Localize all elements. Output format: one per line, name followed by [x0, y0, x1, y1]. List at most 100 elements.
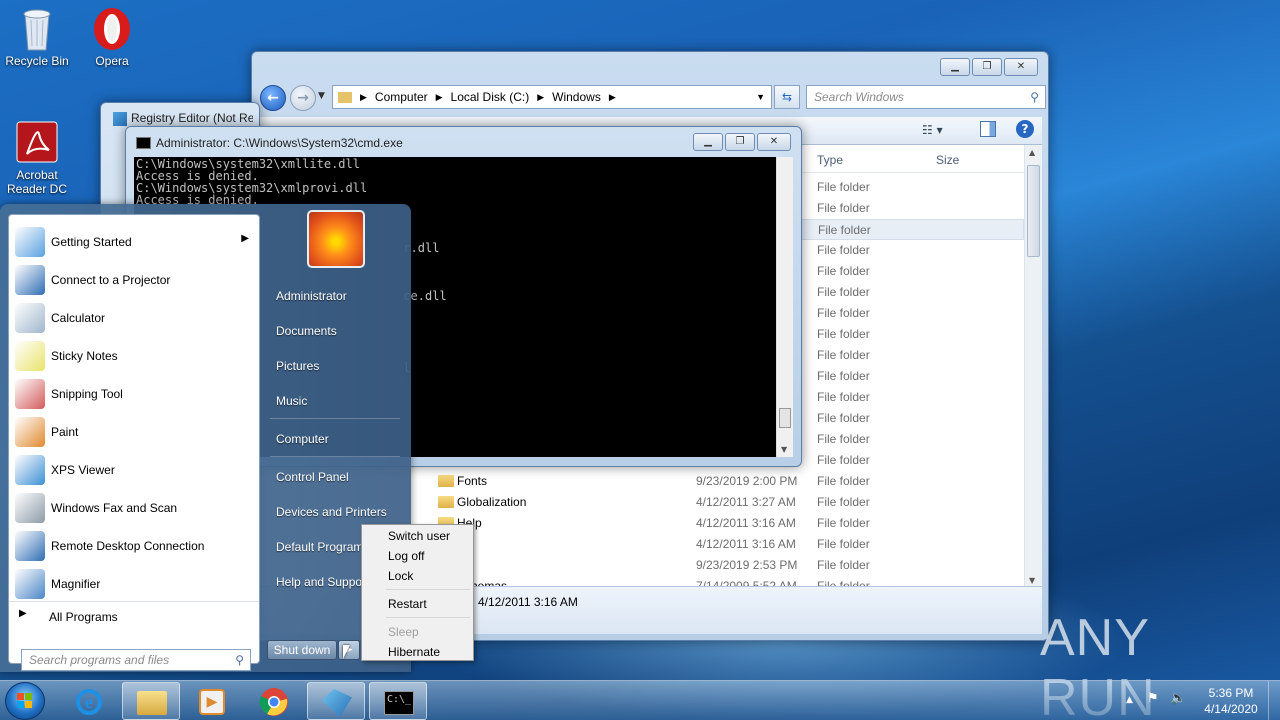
- preview-pane-icon[interactable]: [980, 121, 996, 137]
- address-dropdown-icon[interactable]: ▼: [756, 92, 765, 102]
- row-type: File folder: [817, 516, 870, 530]
- start-program-item[interactable]: Sticky Notes: [9, 337, 259, 375]
- start-program-item[interactable]: Windows Fax and Scan: [9, 489, 259, 527]
- menu-separator: [270, 418, 400, 419]
- desktop-icon-recycle-bin[interactable]: Recycle Bin: [0, 6, 74, 68]
- close-button[interactable]: ✕: [757, 133, 791, 151]
- row-type: File folder: [817, 432, 870, 446]
- show-desktop-button[interactable]: [1268, 681, 1280, 720]
- row-type: File folder: [817, 495, 870, 509]
- menu-item-log-off[interactable]: Log off: [388, 549, 424, 563]
- network-icon[interactable]: ⚑: [1147, 691, 1159, 706]
- row-type: File folder: [817, 180, 870, 194]
- refresh-button[interactable]: ⇆: [774, 85, 800, 109]
- minimize-button[interactable]: ▁: [940, 58, 970, 76]
- all-programs-button[interactable]: ▶ All Programs: [9, 601, 259, 629]
- menu-separator: [270, 456, 400, 457]
- chevron-right-icon: ▶: [435, 91, 443, 102]
- start-link-documents[interactable]: Documents: [276, 324, 337, 338]
- recent-pages-icon[interactable]: ▼: [318, 91, 325, 101]
- desktop-icon-opera[interactable]: Opera: [75, 6, 149, 68]
- breadcrumb-windows[interactable]: Windows: [552, 90, 601, 104]
- row-type: File folder: [817, 474, 870, 488]
- start-link-music[interactable]: Music: [276, 394, 307, 408]
- start-link-computer[interactable]: Computer: [276, 432, 329, 446]
- start-program-item[interactable]: XPS Viewer: [9, 451, 259, 489]
- paint-icon: [15, 417, 45, 447]
- start-program-item[interactable]: Paint: [9, 413, 259, 451]
- taskbar-cmd[interactable]: C:\_: [369, 682, 427, 720]
- start-link-help-and-support[interactable]: Help and Support: [276, 575, 369, 589]
- back-button[interactable]: ←: [260, 85, 286, 111]
- projector-icon: [15, 265, 45, 295]
- desktop-icon-acrobat[interactable]: Acrobat Reader DC: [0, 120, 74, 196]
- row-type: File folder: [817, 453, 870, 467]
- explorer-caption-buttons: ▁ ❐ ✕: [940, 58, 1038, 76]
- mouse-cursor: [343, 645, 350, 659]
- console-scrollbar[interactable]: ▼: [776, 157, 793, 457]
- vertical-scrollbar[interactable]: ▲ ▼: [1024, 145, 1042, 588]
- start-program-item[interactable]: Remote Desktop Connection: [9, 527, 259, 565]
- explorer-navbar: ← → ▼ ▶ Computer ▶ Local Disk (C:) ▶ Win…: [258, 82, 1046, 111]
- chevron-right-icon: ▶: [608, 91, 616, 102]
- folder-icon: [338, 91, 352, 103]
- menu-item-lock[interactable]: Lock: [388, 569, 413, 583]
- row-type: File folder: [817, 243, 870, 257]
- start-search-input[interactable]: Search programs and files ⚲: [21, 649, 251, 671]
- breadcrumb-computer[interactable]: Computer: [375, 90, 428, 104]
- minimize-button[interactable]: ▁: [693, 133, 723, 151]
- row-name: Fonts: [457, 474, 488, 488]
- start-program-item[interactable]: Calculator: [9, 299, 259, 337]
- column-size[interactable]: Size: [936, 153, 959, 167]
- start-program-item[interactable]: Getting Started ▶: [9, 223, 259, 261]
- chevron-right-icon: ▶: [537, 91, 545, 102]
- row-name: Globalization: [457, 495, 527, 509]
- start-button[interactable]: [5, 682, 45, 720]
- address-bar[interactable]: ▶ Computer ▶ Local Disk (C:) ▶ Windows ▶…: [332, 85, 772, 109]
- menu-item-switch-user[interactable]: Switch user: [388, 529, 450, 543]
- start-program-item[interactable]: Snipping Tool: [9, 375, 259, 413]
- scroll-thumb[interactable]: [1027, 165, 1040, 257]
- close-button[interactable]: ✕: [1004, 58, 1038, 76]
- show-hidden-icons[interactable]: ▲: [1126, 695, 1133, 705]
- regedit-icon: [322, 689, 352, 717]
- row-type: File folder: [817, 558, 870, 572]
- taskbar-explorer[interactable]: [122, 682, 180, 720]
- breadcrumb-local-disk[interactable]: Local Disk (C:): [451, 90, 530, 104]
- menu-item-hibernate[interactable]: Hibernate: [388, 645, 440, 659]
- taskbar-media-player[interactable]: ▶: [183, 682, 241, 720]
- taskbar-chrome[interactable]: [245, 682, 303, 720]
- start-link-default-programs[interactable]: Default Programs: [276, 540, 369, 554]
- calculator-icon: [15, 303, 45, 333]
- start-link-administrator[interactable]: Administrator: [276, 289, 347, 303]
- taskbar: e ▶ C:\_ ▲ ⚑ 🔈 5:36 PM 4/14/2020: [0, 680, 1280, 720]
- menu-item-restart[interactable]: Restart: [388, 597, 427, 611]
- clock[interactable]: 5:36 PM 4/14/2020: [1196, 685, 1266, 717]
- forward-button[interactable]: →: [290, 85, 316, 111]
- search-input[interactable]: Search Windows ⚲: [806, 85, 1046, 109]
- start-link-pictures[interactable]: Pictures: [276, 359, 319, 373]
- start-program-item[interactable]: Magnifier: [9, 565, 259, 603]
- column-type[interactable]: Type: [817, 153, 843, 167]
- scroll-down-icon[interactable]: ▼: [1029, 576, 1035, 585]
- recycle-bin-icon: [15, 6, 59, 52]
- row-type: File folder: [817, 201, 870, 215]
- folder-icon: [137, 691, 167, 715]
- maximize-button[interactable]: ❐: [725, 133, 755, 151]
- user-picture[interactable]: [307, 210, 365, 268]
- view-options-icon[interactable]: ☷ ▾: [922, 123, 943, 137]
- maximize-button[interactable]: ❐: [972, 58, 1002, 76]
- taskbar-ie[interactable]: e: [60, 682, 118, 720]
- scroll-thumb[interactable]: [779, 408, 791, 428]
- start-link-control-panel[interactable]: Control Panel: [276, 470, 349, 484]
- shut-down-button[interactable]: Shut down: [267, 640, 337, 660]
- taskbar-regedit[interactable]: [307, 682, 365, 720]
- scroll-up-icon[interactable]: ▲: [1029, 148, 1035, 157]
- volume-icon[interactable]: 🔈: [1170, 691, 1186, 706]
- help-icon[interactable]: ?: [1016, 120, 1034, 138]
- start-program-item[interactable]: Connect to a Projector: [9, 261, 259, 299]
- search-icon: ⚲: [1030, 90, 1039, 104]
- triangle-right-icon: ▶: [19, 608, 27, 619]
- start-link-devices-and-printers[interactable]: Devices and Printers: [276, 505, 387, 519]
- scroll-down-icon[interactable]: ▼: [781, 445, 787, 454]
